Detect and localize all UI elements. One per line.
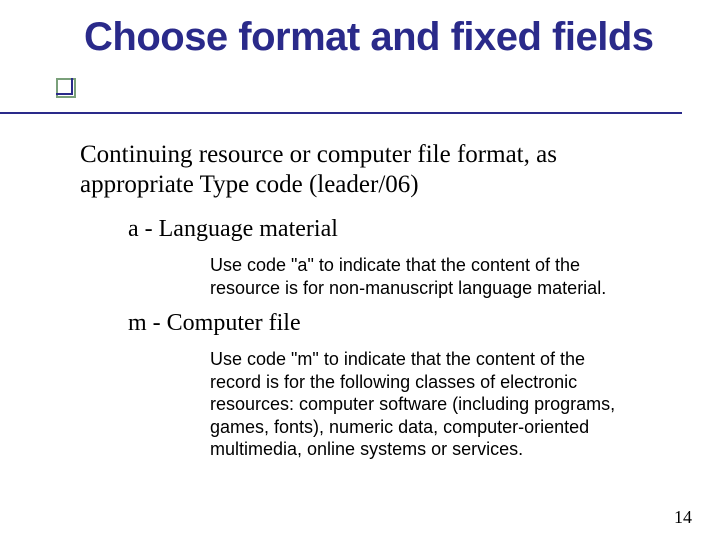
item-description-a: Use code "a" to indicate that the conten… [210,254,634,299]
slide-title: Choose format and fixed fields [84,16,654,58]
item-heading-a: a - Language material [128,216,660,243]
item-heading-m: m - Computer file [128,310,660,337]
title-underline [0,112,682,114]
intro-text: Continuing resource or computer file for… [80,140,660,199]
title-row: Choose format and fixed fields [56,16,680,58]
item-description-m: Use code "m" to indicate that the conten… [210,348,634,461]
slide: Choose format and fixed fields Continuin… [0,0,720,540]
page-number: 14 [674,507,692,528]
title-bullet-icon [56,78,76,98]
